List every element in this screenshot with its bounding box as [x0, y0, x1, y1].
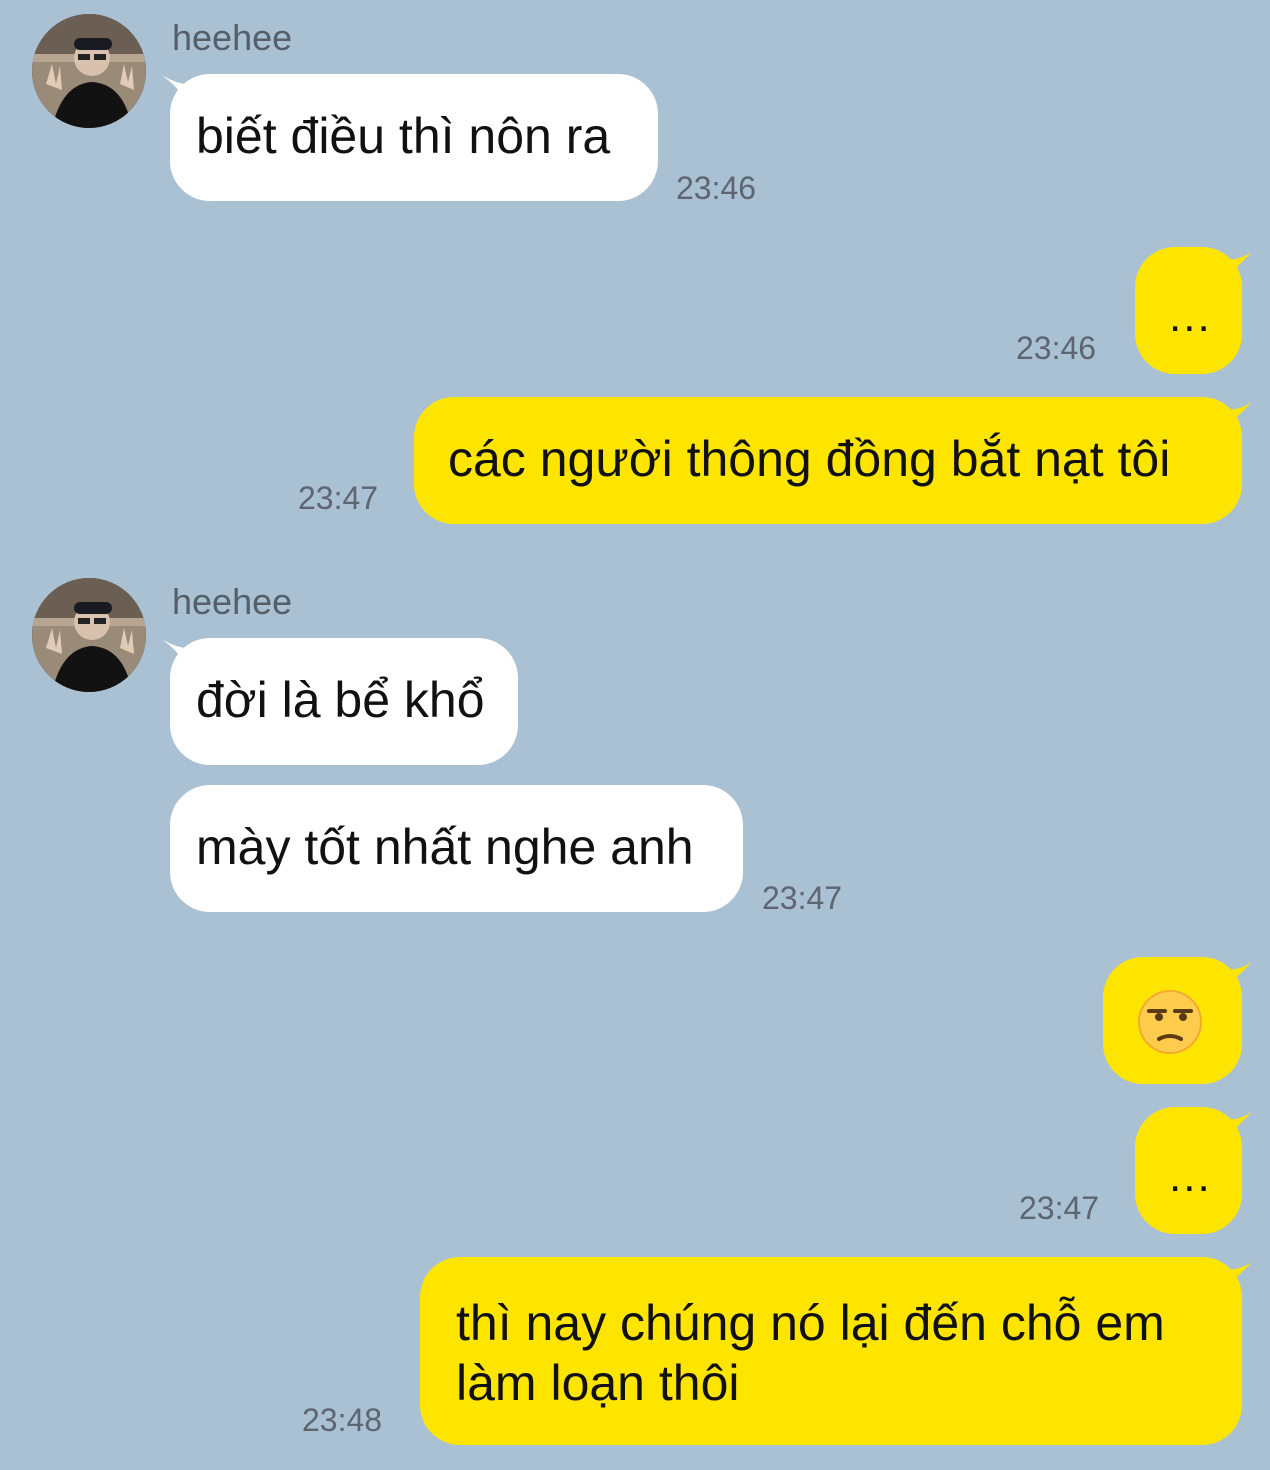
message-text: thì nay chúng nó lại đến chỗ em làm loạn… [456, 1295, 1165, 1411]
avatar[interactable] [32, 14, 146, 128]
message-timestamp: 23:46 [676, 170, 757, 206]
message-text: mày tốt nhất nghe anh [196, 819, 694, 875]
message-text: ... [1169, 292, 1212, 341]
avatar[interactable] [32, 578, 146, 692]
incoming-message-bubble[interactable]: đời là bể khổ [170, 638, 518, 765]
message-timestamp: 23:47 [1019, 1190, 1100, 1226]
message-timestamp: 23:47 [762, 880, 843, 916]
message-timestamp: 23:46 [1016, 330, 1097, 366]
message-text: các người thông đồng bắt nạt tôi [448, 431, 1171, 487]
sender-name: heehee [172, 581, 293, 622]
message-text: ... [1169, 1152, 1212, 1201]
message-timestamp: 23:47 [298, 480, 379, 516]
outgoing-message-bubble[interactable]: ... [1135, 247, 1242, 374]
outgoing-message-bubble[interactable] [1103, 957, 1242, 1084]
unamused-face-emoji [1138, 990, 1202, 1054]
outgoing-message-bubble[interactable]: ... [1135, 1107, 1242, 1234]
message-text: biết điều thì nôn ra [196, 108, 611, 164]
message-text: đời là bể khổ [196, 672, 485, 728]
incoming-message-bubble[interactable]: biết điều thì nôn ra [170, 74, 658, 201]
outgoing-message-bubble[interactable]: các người thông đồng bắt nạt tôi [414, 397, 1242, 524]
sender-name: heehee [172, 17, 293, 58]
incoming-message-bubble[interactable]: mày tốt nhất nghe anh [170, 785, 743, 912]
outgoing-message-bubble[interactable]: thì nay chúng nó lại đến chỗ em làm loạn… [420, 1257, 1242, 1445]
message-timestamp: 23:48 [302, 1402, 383, 1438]
